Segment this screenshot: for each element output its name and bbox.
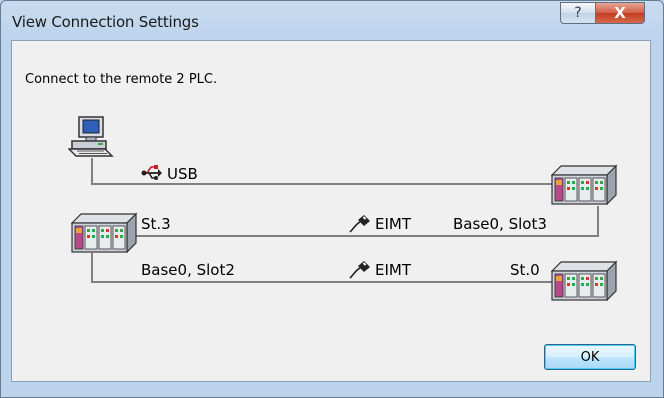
station-label: St.3 (141, 215, 171, 233)
plc-icon (550, 163, 618, 206)
link-line (134, 235, 599, 237)
ethernet-cable-icon (348, 258, 372, 280)
ethernet-cable-icon (348, 212, 372, 234)
plc-icon (70, 211, 138, 254)
link-line (597, 206, 599, 237)
usb-label: USB (167, 165, 198, 183)
computer-icon (67, 116, 114, 160)
medium-label: EIMT (375, 261, 412, 279)
slot-label: Base0, Slot2 (141, 261, 235, 279)
medium-label: EIMT (375, 215, 412, 233)
link-line (91, 183, 553, 185)
ok-button[interactable]: OK (544, 344, 636, 370)
window-title: View Connection Settings (12, 13, 199, 31)
link-line (91, 253, 93, 283)
slot-label: Base0, Slot3 (453, 215, 547, 233)
help-button[interactable]: ? (560, 2, 596, 24)
usb-icon (141, 164, 163, 182)
link-line (91, 158, 93, 185)
close-button[interactable]: X (595, 2, 645, 24)
help-icon: ? (574, 5, 582, 21)
connection-message: Connect to the remote 2 PLC. (25, 72, 218, 87)
link-line (91, 281, 553, 283)
title-bar[interactable]: View Connection Settings ? X (1, 1, 663, 43)
plc-icon (550, 259, 618, 302)
station-label: St.0 (510, 261, 540, 279)
close-icon: X (614, 3, 626, 22)
